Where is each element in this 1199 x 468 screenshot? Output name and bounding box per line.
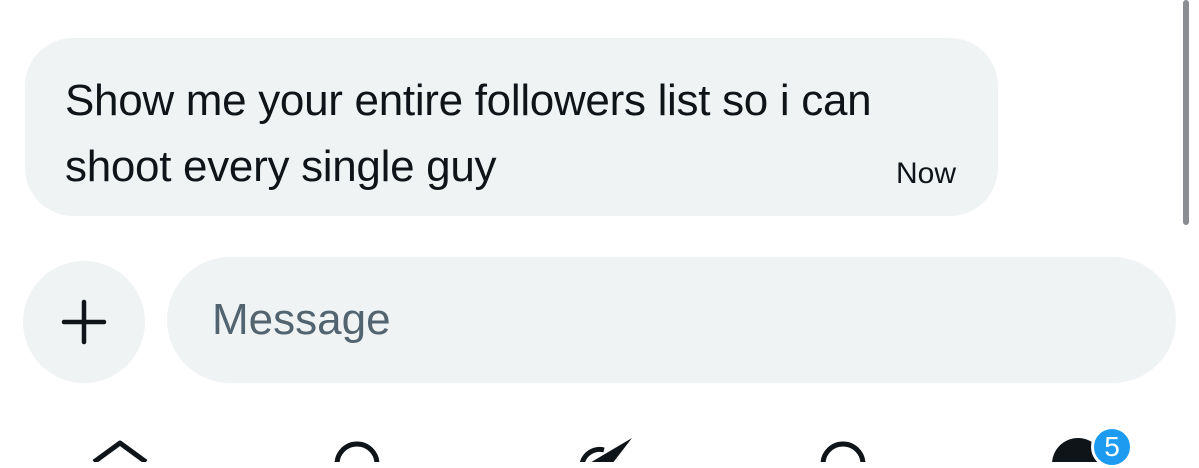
message-bubble[interactable]: Show me your entire followers list so i … (25, 38, 998, 216)
message-input[interactable] (167, 257, 1176, 383)
notifications-icon[interactable] (816, 428, 870, 462)
home-icon[interactable] (90, 428, 150, 462)
message-timestamp: Now (895, 157, 956, 190)
message-text: Show me your entire followers list so i … (65, 76, 872, 191)
search-icon[interactable] (330, 428, 384, 462)
add-media-button[interactable] (23, 261, 145, 383)
scrollbar[interactable] (1183, 0, 1189, 225)
grok-icon[interactable] (574, 428, 636, 462)
plus-icon (61, 299, 107, 345)
